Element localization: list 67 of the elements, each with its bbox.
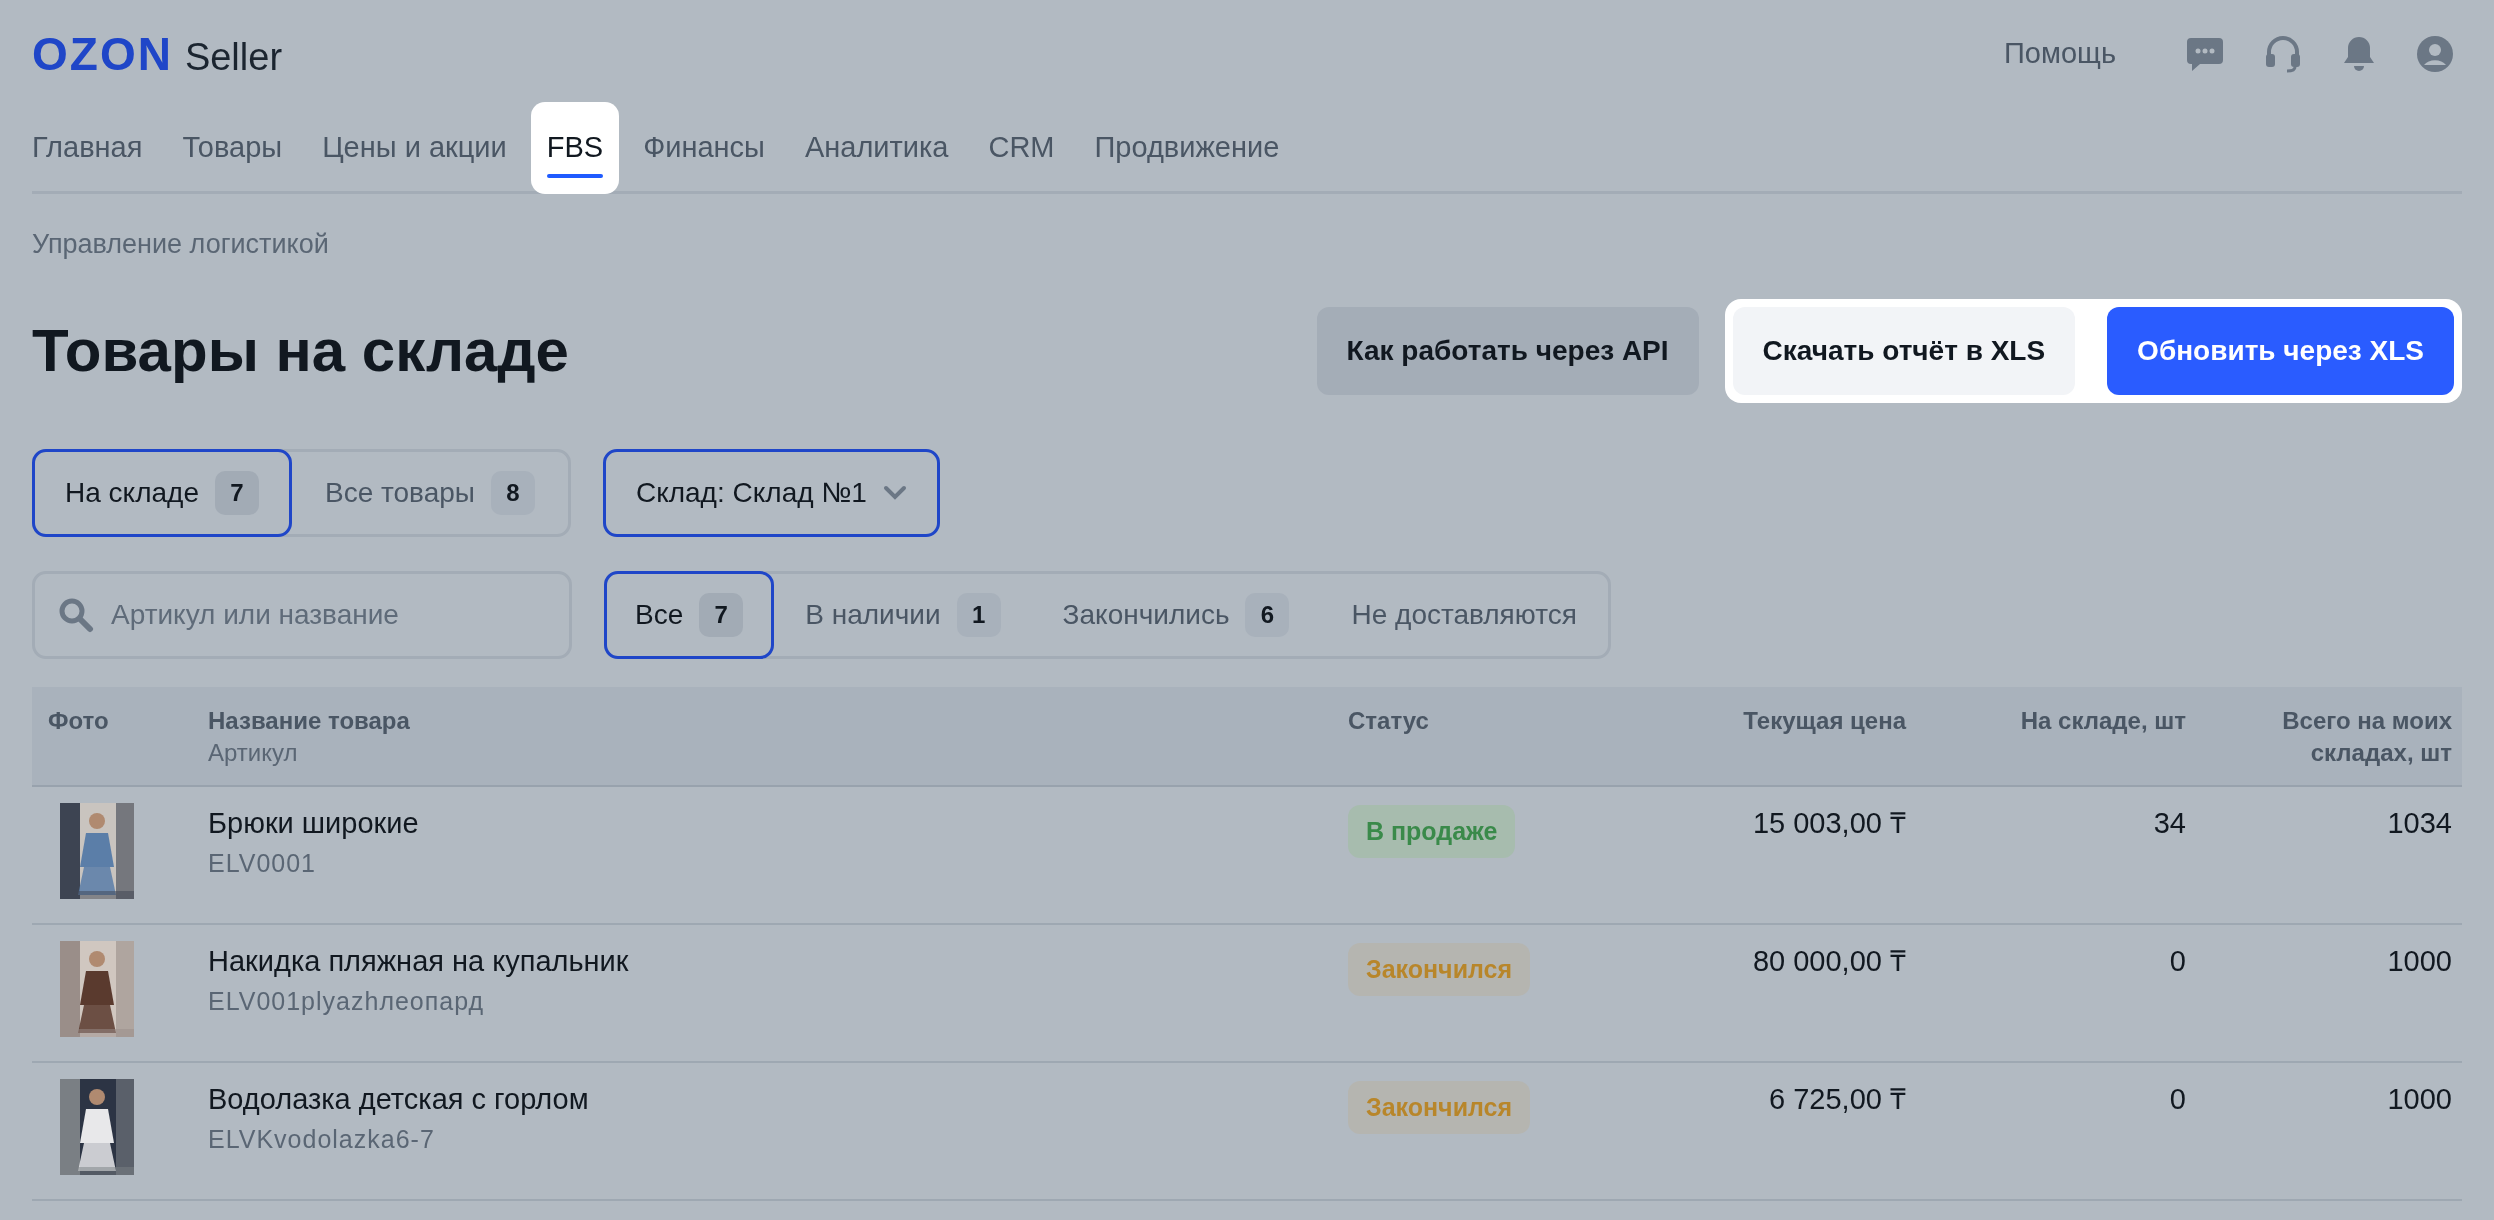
scope-tab[interactable]: На складе 7 [32,448,292,537]
count-badge: 8 [490,470,535,515]
product-sku: ELVKvodolazka6-7 [208,1123,436,1155]
table-cell-text: 1000 [2387,1081,2452,1117]
status-badge: Закончился [1348,942,1531,996]
nav-tab[interactable]: CRM [972,102,1071,194]
nav-tab[interactable]: Цены и акции [306,102,523,194]
nav-tab[interactable]: Финансы [627,102,781,194]
status-filter-tab[interactable]: Не доставляются [1320,570,1608,659]
column-header[interactable]: Статус [1348,704,1429,737]
logo-caption: Seller [184,34,283,80]
action-button[interactable]: Обновить через XLS [2107,306,2454,395]
table-cell-text: 6 725,00 ₸ [1769,1081,1906,1117]
table-cell-text: 80 000,00 ₸ [1752,943,1906,979]
chat-icon[interactable] [2186,36,2224,72]
count-badge: 7 [214,470,259,515]
table-cell-text: 34 [2153,805,2186,841]
column-header[interactable]: На складе, шт [2020,704,2186,737]
page-title: Товары на складе [32,315,569,386]
tab-label: Все [635,597,684,632]
product-name[interactable]: Накидка пляжная на купальник [208,940,1332,981]
product-name[interactable]: Водолазка детская с горлом [208,1078,1332,1119]
status-filter-tab[interactable]: В наличии 1 [774,570,1032,659]
column-header[interactable]: Фото [48,704,109,737]
profile-icon[interactable] [2416,35,2454,73]
headset-icon[interactable] [2264,35,2302,73]
count-badge: 1 [956,592,1001,637]
table-cell-text: 1034 [2387,805,2452,841]
status-badge: Закончился [1348,1080,1531,1134]
table-cell-text: 1000 [2387,943,2452,979]
warehouse-dropdown[interactable]: Склад: Склад №1 [602,448,940,537]
status-badge: В продаже [1348,804,1516,858]
count-badge: 7 [699,592,744,637]
product-name[interactable]: Брюки широкие [208,802,1332,843]
nav-tab[interactable]: Главная [16,102,159,194]
nav-tab[interactable]: Продвижение [1078,102,1296,194]
logo[interactable]: OZON [32,19,173,89]
column-subheader: Артикул [208,737,298,768]
table-cell-text: 0 [2169,1081,2186,1117]
table-cell-text: 15 003,00 ₸ [1752,805,1906,841]
column-header[interactable]: Всего на моих складах, шт [2222,704,2452,769]
breadcrumb[interactable]: Управление логистикой [32,224,2462,265]
help-link[interactable]: Помощь [2004,32,2116,76]
action-button[interactable]: Скачать отчёт в XLS [1732,306,2076,395]
column-header[interactable]: Текущая цена [1743,704,1906,737]
count-badge: 6 [1245,592,1290,637]
product-sku: ELV001plyazhлеопард [208,985,486,1017]
search-field[interactable]: Артикул или название [32,570,572,659]
search-icon[interactable] [58,596,94,633]
chevron-down-icon[interactable] [882,484,907,501]
tab-label: Все товары [324,475,475,510]
column-header[interactable]: Название товара [208,704,410,737]
table-cell-text: 0 [2169,943,2186,979]
status-filter-tab[interactable]: Закончились 6 [1031,570,1321,659]
tab-label: Не доставляются [1351,597,1577,632]
action-button[interactable]: Как работать через API [1316,306,1699,395]
product-sku: ELV0001 [208,847,317,879]
nav-tab[interactable]: Аналитика [788,102,965,194]
status-filter-tab[interactable]: Все 7 [604,570,775,659]
tab-label: Закончились [1062,597,1230,632]
bell-icon[interactable] [2342,35,2376,73]
nav-tab[interactable]: Товары [166,102,299,194]
scope-tab[interactable]: Все товары 8 [291,448,568,537]
tab-label: На складе [65,475,199,510]
nav-tab[interactable]: FBS [530,102,620,194]
dropdown-label: Склад: Склад №1 [635,475,867,510]
tab-label: В наличии [805,597,941,632]
